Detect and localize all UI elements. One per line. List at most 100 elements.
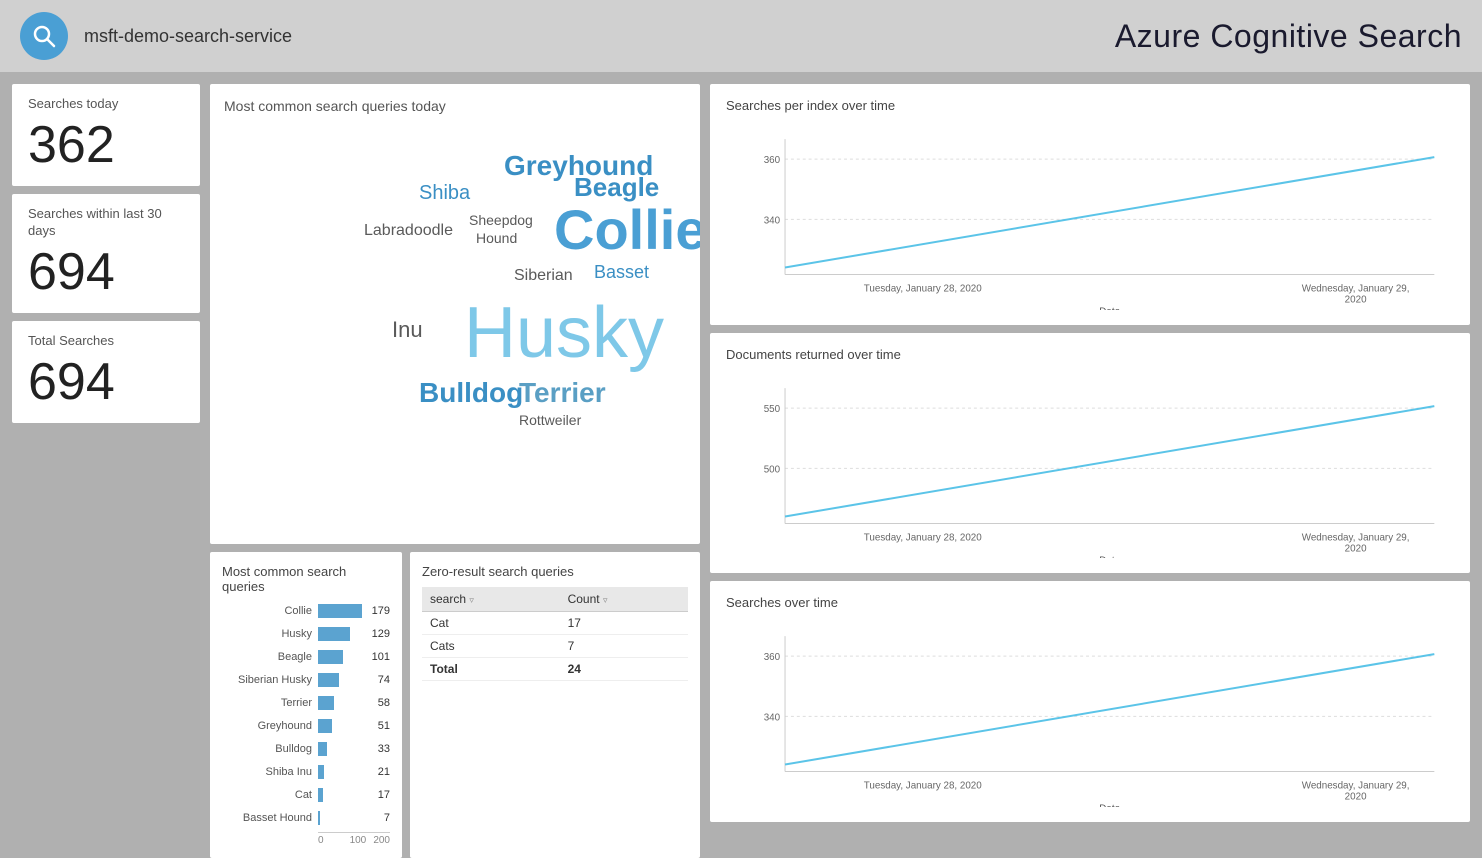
total-label: Total: [422, 658, 560, 681]
search-cell: Cat: [422, 612, 560, 635]
right-column: Searches per index over time Count of se…: [710, 84, 1470, 822]
word-basset: Basset: [594, 262, 649, 283]
svg-text:2020: 2020: [1345, 295, 1367, 306]
word-cloud-card: Most common search queries today Greyhou…: [210, 84, 700, 544]
svg-text:340: 340: [764, 215, 781, 226]
bar-fill: [318, 650, 343, 664]
word-shiba: Shiba: [419, 182, 470, 205]
bar-chart: Collie179 Husky129 Beagle 101 Siberian Husky…: [222, 602, 390, 827]
axis-tick-200: 200: [373, 835, 390, 846]
searches-over-time-title: Searches over time: [726, 595, 1454, 610]
bar-label: Siberian Husky: [222, 674, 312, 686]
app-title: Azure Cognitive Search: [1115, 18, 1462, 55]
bar-row: Basset Hound7: [222, 809, 390, 827]
total-row: Total 24: [422, 658, 688, 681]
word-labradoodle: Labradoodle: [364, 222, 453, 240]
bar-label: Bulldog: [222, 743, 312, 755]
sort-icon-count: ▿: [603, 595, 608, 605]
word-hound: Hound: [476, 230, 517, 246]
word-collie: Collie: [554, 197, 700, 262]
service-name: msft-demo-search-service: [84, 26, 292, 47]
bar-row: Collie179: [222, 602, 390, 620]
header-left: msft-demo-search-service: [20, 12, 292, 60]
bar-value: 58: [378, 697, 390, 709]
searches-per-index-chart: Count of search 360 340 Tuesday, January…: [726, 119, 1454, 310]
bar-fill: [318, 719, 332, 733]
svg-text:Tuesday, January 28, 2020: Tuesday, January 28, 2020: [864, 284, 982, 295]
word-sheepdog: Sheepdog: [469, 212, 533, 228]
bar-fill: [318, 673, 339, 687]
bar-label: Beagle: [222, 651, 312, 663]
bar-value: 129: [372, 628, 390, 640]
bar-value: 74: [378, 674, 390, 686]
svg-text:2020: 2020: [1345, 792, 1367, 803]
svg-text:Date: Date: [1099, 307, 1120, 310]
bar-fill: [318, 788, 323, 802]
bar-value: 17: [378, 789, 390, 801]
bar-chart-title: Most common search queries: [222, 564, 390, 594]
bottom-row: Most common search queries Collie179 Husk…: [210, 552, 700, 858]
bar-row: Terrier58: [222, 694, 390, 712]
bar-fill: [318, 811, 320, 825]
svg-text:Date: Date: [1099, 804, 1120, 807]
zero-result-card: Zero-result search queries search ▿ Coun…: [410, 552, 700, 858]
word-bulldog: Bulldog: [419, 377, 523, 409]
searches-today-card: Searches today 362: [12, 84, 200, 186]
left-column: Searches today 362 Searches within last …: [12, 84, 200, 822]
total-searches-card: Total Searches 694: [12, 321, 200, 423]
count-cell: 7: [560, 635, 688, 658]
svg-text:550: 550: [764, 404, 781, 415]
documents-returned-title: Documents returned over time: [726, 347, 1454, 362]
svg-text:2020: 2020: [1345, 543, 1367, 554]
main-content: Searches today 362 Searches within last …: [0, 72, 1482, 834]
sort-icon: ▿: [469, 595, 474, 605]
searches-today-label: Searches today: [28, 96, 184, 113]
documents-returned-card: Documents returned over time Documents 5…: [710, 333, 1470, 574]
zero-result-table: search ▿ Count ▿ Cat17Cats7: [422, 587, 688, 681]
col-count[interactable]: Count ▿: [560, 587, 688, 612]
search-cell: Cats: [422, 635, 560, 658]
word-rottweiler: Rottweiler: [519, 412, 581, 428]
bar-chart-card: Most common search queries Collie179 Husk…: [210, 552, 402, 858]
bar-label: Greyhound: [222, 720, 312, 732]
zero-result-title: Zero-result search queries: [422, 564, 688, 579]
middle-column: Most common search queries today Greyhou…: [210, 84, 700, 822]
svg-text:Wednesday, January 29,: Wednesday, January 29,: [1302, 532, 1410, 543]
svg-text:Wednesday, January 29,: Wednesday, January 29,: [1302, 284, 1410, 295]
bar-value: 101: [372, 651, 390, 663]
svg-text:Date: Date: [1099, 555, 1120, 558]
searches-30days-label: Searches within last 30 days: [28, 206, 184, 240]
logo-icon: [20, 12, 68, 60]
col-search[interactable]: search ▿: [422, 587, 560, 612]
searches-per-index-title: Searches per index over time: [726, 98, 1454, 113]
bar-value: 33: [378, 743, 390, 755]
svg-text:360: 360: [764, 652, 781, 663]
bar-row: Shiba Inu21: [222, 763, 390, 781]
word-siberian: Siberian: [514, 267, 573, 285]
documents-returned-chart: Documents 550 500 Tuesday, January 28, 2…: [726, 368, 1454, 559]
word-terrier: Terrier: [519, 377, 606, 409]
bar-label: Cat: [222, 789, 312, 801]
bar-value: 179: [372, 605, 390, 617]
searches-30days-card: Searches within last 30 days 694: [12, 194, 200, 313]
total-value: 24: [560, 658, 688, 681]
bar-row: Siberian Husky 74: [222, 671, 390, 689]
svg-text:360: 360: [764, 155, 781, 166]
bar-row: Cat 17: [222, 786, 390, 804]
searches-today-value: 362: [28, 117, 184, 174]
axis-tick-100: 100: [350, 835, 367, 846]
bar-row: Husky129: [222, 625, 390, 643]
bar-row: Beagle 101: [222, 648, 390, 666]
bar-label: Basset Hound: [222, 812, 312, 824]
word-inu: Inu: [392, 317, 423, 343]
bar-label: Shiba Inu: [222, 766, 312, 778]
svg-text:340: 340: [764, 713, 781, 724]
searches-per-index-card: Searches per index over time Count of se…: [710, 84, 1470, 325]
count-cell: 17: [560, 612, 688, 635]
svg-text:Wednesday, January 29,: Wednesday, January 29,: [1302, 781, 1410, 792]
bar-axis: 0 100 200: [318, 832, 390, 846]
total-searches-label: Total Searches: [28, 333, 184, 350]
svg-text:Tuesday, January 28, 2020: Tuesday, January 28, 2020: [864, 532, 982, 543]
bar-row: Greyhound51: [222, 717, 390, 735]
bar-fill: [318, 765, 324, 779]
